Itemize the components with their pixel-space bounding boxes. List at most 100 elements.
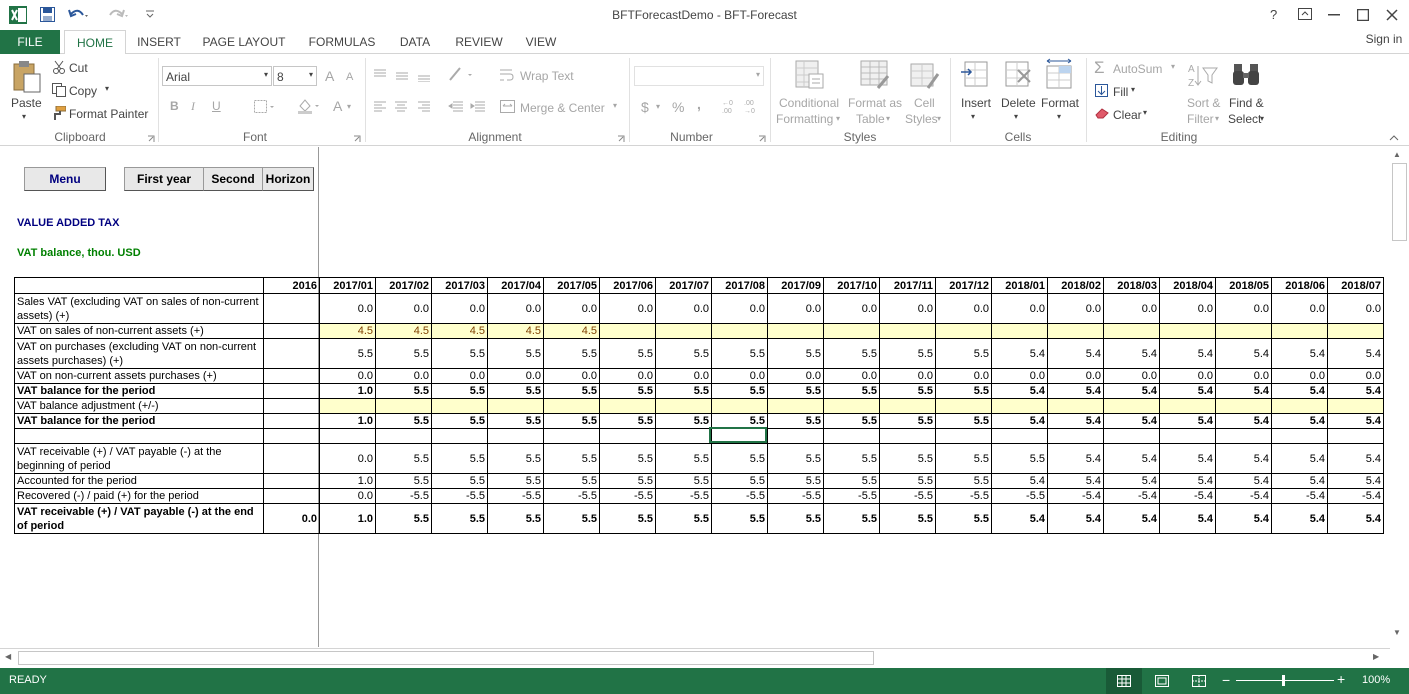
- value-cell[interactable]: [879, 398, 936, 414]
- header-cell[interactable]: 2018/05: [1215, 277, 1272, 294]
- value-cell[interactable]: [767, 398, 824, 414]
- value-cell[interactable]: 5.5: [823, 338, 880, 369]
- value-cell[interactable]: 0.0: [319, 368, 376, 384]
- chevron-down-icon[interactable]: ▾: [971, 112, 975, 121]
- clipboard-launcher-icon[interactable]: [147, 135, 155, 143]
- orientation-icon[interactable]: [448, 66, 488, 82]
- value-cell[interactable]: 0.0: [543, 368, 600, 384]
- value-cell[interactable]: 0.0: [1327, 368, 1384, 384]
- value-cell[interactable]: [487, 428, 544, 444]
- sort-filter-line2[interactable]: Filter: [1187, 112, 1214, 126]
- value-cell[interactable]: 5.5: [487, 338, 544, 369]
- value-cell[interactable]: 0.0: [823, 368, 880, 384]
- value-cell[interactable]: 5.4: [1159, 383, 1216, 399]
- font-size-select[interactable]: 8 ▾: [273, 66, 317, 86]
- header-cell[interactable]: 2017/05: [543, 277, 600, 294]
- value-cell[interactable]: [991, 323, 1048, 339]
- help-button[interactable]: ?: [1270, 7, 1277, 22]
- value-cell[interactable]: [599, 398, 656, 414]
- page-break-view-icon[interactable]: [1192, 675, 1206, 687]
- value-cell[interactable]: 5.5: [375, 503, 432, 534]
- value-cell[interactable]: 5.5: [543, 338, 600, 369]
- grow-font-button[interactable]: A: [325, 68, 334, 84]
- row-label-cell[interactable]: [14, 428, 264, 444]
- value-cell[interactable]: [711, 398, 768, 414]
- format-painter-icon[interactable]: [52, 106, 66, 120]
- value-cell[interactable]: 5.5: [319, 338, 376, 369]
- value-cell[interactable]: -5.5: [375, 488, 432, 504]
- scroll-down-icon[interactable]: ▼: [1393, 628, 1401, 637]
- value-cell[interactable]: 5.5: [431, 503, 488, 534]
- header-cell[interactable]: 2017/10: [823, 277, 880, 294]
- comma-button[interactable]: ,: [697, 96, 701, 112]
- chevron-down-icon[interactable]: ▾: [656, 102, 660, 111]
- value-cell[interactable]: 5.5: [375, 383, 432, 399]
- value-cell[interactable]: 5.4: [1047, 413, 1104, 429]
- value-cell[interactable]: 5.5: [711, 503, 768, 534]
- value-cell[interactable]: 5.5: [935, 503, 992, 534]
- value-cell[interactable]: 5.5: [655, 503, 712, 534]
- value-cell[interactable]: 0.0: [319, 488, 376, 504]
- value-cell[interactable]: 0.0: [375, 293, 432, 324]
- autosum-icon[interactable]: Σ: [1094, 58, 1105, 78]
- header-cell[interactable]: 2017/02: [375, 277, 432, 294]
- value-cell[interactable]: 5.5: [655, 443, 712, 474]
- alignment-launcher-icon[interactable]: [617, 135, 625, 143]
- value-cell[interactable]: 5.5: [935, 338, 992, 369]
- header-cell[interactable]: 2017/09: [767, 277, 824, 294]
- insert-cells-icon[interactable]: [961, 60, 991, 90]
- value-cell[interactable]: 5.4: [1047, 338, 1104, 369]
- value-cell[interactable]: 4.5: [431, 323, 488, 339]
- value-cell[interactable]: 5.5: [487, 503, 544, 534]
- vertical-align-icons[interactable]: [373, 68, 433, 82]
- value-cell[interactable]: 0.0: [319, 293, 376, 324]
- format-painter-button[interactable]: Format Painter: [69, 107, 148, 121]
- value-cell[interactable]: -5.5: [879, 488, 936, 504]
- value-cell[interactable]: 5.5: [767, 338, 824, 369]
- value-cell[interactable]: 5.5: [711, 443, 768, 474]
- zoom-out-button[interactable]: −: [1222, 672, 1230, 688]
- value-cell[interactable]: [823, 428, 880, 444]
- collapse-ribbon-icon[interactable]: [1389, 134, 1399, 142]
- value-cell[interactable]: 5.4: [1215, 383, 1272, 399]
- fill-down-icon[interactable]: [1095, 84, 1108, 97]
- row-label-cell[interactable]: VAT on sales of non-current assets (+): [14, 323, 264, 339]
- chevron-down-icon[interactable]: ▾: [1171, 62, 1175, 71]
- value-cell[interactable]: 0.0: [655, 293, 712, 324]
- number-format-select[interactable]: ▾: [634, 66, 764, 86]
- value-cell[interactable]: [1103, 323, 1160, 339]
- value-cell[interactable]: 0.0: [431, 293, 488, 324]
- value-cell[interactable]: 5.5: [711, 473, 768, 489]
- value-cell[interactable]: [375, 428, 432, 444]
- tab-formulas[interactable]: FORMULAS: [302, 30, 382, 54]
- copy-dropdown-icon[interactable]: ▾: [105, 84, 109, 93]
- value-cell[interactable]: 5.5: [823, 383, 880, 399]
- value-cell[interactable]: 5.4: [1103, 338, 1160, 369]
- value-cell[interactable]: [263, 323, 320, 339]
- cut-button[interactable]: Cut: [69, 61, 88, 75]
- chevron-down-icon[interactable]: ▾: [886, 114, 890, 123]
- currency-button[interactable]: $: [641, 99, 649, 115]
- value-cell[interactable]: 5.4: [1327, 473, 1384, 489]
- value-cell[interactable]: 5.4: [1215, 338, 1272, 369]
- value-cell[interactable]: [263, 443, 320, 474]
- value-cell[interactable]: -5.5: [431, 488, 488, 504]
- selected-cell[interactable]: [709, 427, 767, 443]
- wrap-text-button[interactable]: Wrap Text: [520, 69, 574, 83]
- value-cell[interactable]: 0.0: [1215, 293, 1272, 324]
- value-cell[interactable]: 5.5: [767, 443, 824, 474]
- value-cell[interactable]: [1159, 398, 1216, 414]
- conditional-formatting-icon[interactable]: [795, 60, 825, 90]
- value-cell[interactable]: 5.5: [375, 443, 432, 474]
- value-cell[interactable]: 5.5: [767, 413, 824, 429]
- value-cell[interactable]: [991, 428, 1048, 444]
- value-cell[interactable]: [263, 368, 320, 384]
- value-cell[interactable]: 0.0: [935, 368, 992, 384]
- value-cell[interactable]: 0.0: [1215, 368, 1272, 384]
- horizon-button[interactable]: Horizon: [262, 167, 314, 191]
- value-cell[interactable]: 5.5: [487, 383, 544, 399]
- value-cell[interactable]: 5.5: [655, 413, 712, 429]
- header-cell[interactable]: 2018/03: [1103, 277, 1160, 294]
- tab-review[interactable]: REVIEW: [448, 30, 510, 54]
- font-name-select[interactable]: Arial ▾: [162, 66, 272, 86]
